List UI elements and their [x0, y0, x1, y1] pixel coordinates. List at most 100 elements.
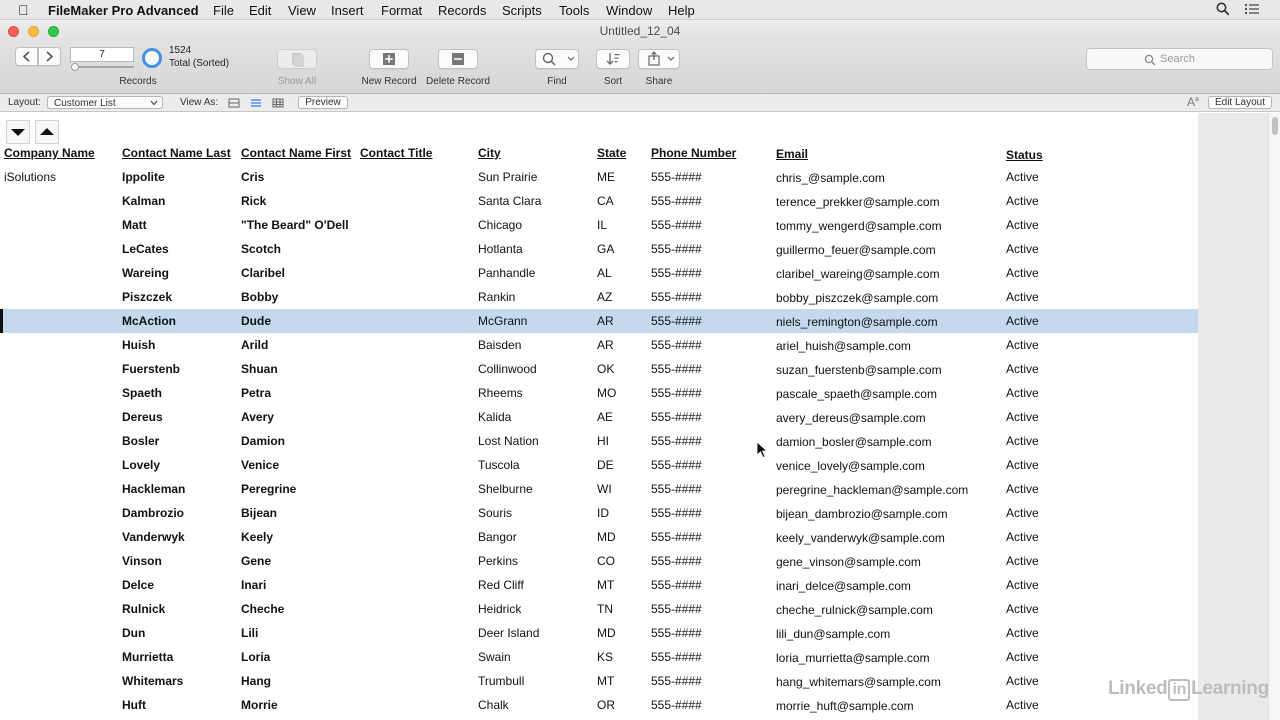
- cell-state[interactable]: KS: [597, 650, 613, 664]
- cell-email[interactable]: lili_dun@sample.com: [776, 627, 890, 641]
- cell-last[interactable]: Whitemars: [122, 674, 183, 688]
- cell-first[interactable]: Petra: [241, 386, 271, 400]
- cell-state[interactable]: IL: [597, 218, 607, 232]
- menu-edit[interactable]: Edit: [249, 3, 271, 18]
- cell-email[interactable]: loria_murrietta@sample.com: [776, 651, 930, 665]
- menu-view[interactable]: View: [288, 3, 316, 18]
- cell-first[interactable]: Bobby: [241, 290, 278, 304]
- cell-state[interactable]: AL: [597, 266, 612, 280]
- column-header-state[interactable]: State: [597, 146, 626, 160]
- cell-phone[interactable]: 555-####: [651, 170, 702, 184]
- cell-phone[interactable]: 555-####: [651, 698, 702, 712]
- cell-phone[interactable]: 555-####: [651, 674, 702, 688]
- cell-city[interactable]: Tuscola: [478, 458, 520, 472]
- table-row[interactable]: Dambrozio Bijean Souris ID 555-#### bijean_da…: [0, 501, 1198, 525]
- cell-email[interactable]: hang_whitemars@sample.com: [776, 675, 941, 689]
- cell-state[interactable]: OK: [597, 362, 614, 376]
- cell-state[interactable]: MD: [597, 530, 616, 544]
- table-row[interactable]: Piszczek Bobby Rankin AZ 555-#### bobby_piszc…: [0, 285, 1198, 309]
- layout-select[interactable]: Customer List: [47, 96, 163, 109]
- sort-descending-button[interactable]: [6, 120, 30, 144]
- cell-city[interactable]: Chicago: [478, 218, 522, 232]
- preview-button[interactable]: Preview: [298, 96, 348, 109]
- menu-tools[interactable]: Tools: [559, 3, 589, 18]
- cell-last[interactable]: Huish: [122, 338, 155, 352]
- cell-status[interactable]: Active: [1006, 386, 1039, 400]
- scrollbar-thumb[interactable]: [1272, 117, 1278, 135]
- cell-status[interactable]: Active: [1006, 602, 1039, 616]
- cell-city[interactable]: Perkins: [478, 554, 518, 568]
- cell-status[interactable]: Active: [1006, 338, 1039, 352]
- cell-first[interactable]: Venice: [241, 458, 279, 472]
- cell-first[interactable]: Loria: [241, 650, 270, 664]
- cell-city[interactable]: Swain: [478, 650, 511, 664]
- cell-city[interactable]: Baisden: [478, 338, 521, 352]
- cell-last[interactable]: Piszczek: [122, 290, 172, 304]
- cell-last[interactable]: Wareing: [122, 266, 169, 280]
- current-record-field[interactable]: 7: [70, 47, 134, 62]
- cell-first[interactable]: Scotch: [241, 242, 281, 256]
- cell-city[interactable]: Panhandle: [478, 266, 535, 280]
- cell-state[interactable]: CA: [597, 194, 614, 208]
- previous-record-button[interactable]: [15, 47, 38, 66]
- cell-status[interactable]: Active: [1006, 194, 1039, 208]
- cell-status[interactable]: Active: [1006, 266, 1039, 280]
- cell-email[interactable]: niels_remington@sample.com: [776, 315, 938, 329]
- cell-state[interactable]: MT: [597, 578, 614, 592]
- record-slider-thumb[interactable]: [71, 63, 79, 71]
- menu-file[interactable]: File: [213, 3, 234, 18]
- cell-status[interactable]: Active: [1006, 530, 1039, 544]
- table-row[interactable]: Vinson Gene Perkins CO 555-#### gene_vinson@s…: [0, 549, 1198, 573]
- table-row[interactable]: LeCates Scotch Hotlanta GA 555-#### guillermo…: [0, 237, 1198, 261]
- sort-ascending-button[interactable]: [35, 120, 59, 144]
- cell-state[interactable]: AR: [597, 338, 614, 352]
- cell-status[interactable]: Active: [1006, 650, 1039, 664]
- cell-last[interactable]: Bosler: [122, 434, 159, 448]
- table-row[interactable]: Rulnick Cheche Heidrick TN 555-#### cheche_ru…: [0, 597, 1198, 621]
- cell-status[interactable]: Active: [1006, 314, 1039, 328]
- apple-icon[interactable]: : [18, 2, 29, 18]
- cell-state[interactable]: HI: [597, 434, 609, 448]
- cell-email[interactable]: suzan_fuerstenb@sample.com: [776, 363, 942, 377]
- table-row[interactable]: Delce Inari Red Cliff MT 555-#### inari_delce…: [0, 573, 1198, 597]
- cell-city[interactable]: Sun Prairie: [478, 170, 537, 184]
- cell-last[interactable]: Vinson: [122, 554, 162, 568]
- cell-first[interactable]: Avery: [241, 410, 274, 424]
- cell-status[interactable]: Active: [1006, 482, 1039, 496]
- cell-email[interactable]: tommy_wengerd@sample.com: [776, 219, 942, 233]
- cell-first[interactable]: Peregrine: [241, 482, 296, 496]
- find-button[interactable]: [535, 49, 579, 69]
- cell-email[interactable]: keely_vanderwyk@sample.com: [776, 531, 945, 545]
- cell-last[interactable]: Dereus: [122, 410, 163, 424]
- cell-phone[interactable]: 555-####: [651, 218, 702, 232]
- cell-city[interactable]: Chalk: [478, 698, 509, 712]
- cell-state[interactable]: MO: [597, 386, 616, 400]
- cell-email[interactable]: morrie_huft@sample.com: [776, 699, 914, 713]
- table-row[interactable]: Bosler Damion Lost Nation HI 555-#### damion_…: [0, 429, 1198, 453]
- table-row[interactable]: Vanderwyk Keely Bangor MD 555-#### keely_vand…: [0, 525, 1198, 549]
- table-view-icon[interactable]: [272, 98, 284, 108]
- cell-phone[interactable]: 555-####: [651, 242, 702, 256]
- cell-city[interactable]: Rheems: [478, 386, 523, 400]
- cell-state[interactable]: MD: [597, 626, 616, 640]
- cell-email[interactable]: claribel_wareing@sample.com: [776, 267, 940, 281]
- cell-phone[interactable]: 555-####: [651, 290, 702, 304]
- search-field[interactable]: Search: [1086, 48, 1273, 70]
- cell-phone[interactable]: 555-####: [651, 386, 702, 400]
- cell-city[interactable]: Trumbull: [478, 674, 524, 688]
- cell-first[interactable]: Dude: [241, 314, 271, 328]
- cell-first[interactable]: "The Beard" O'Dell: [241, 218, 349, 232]
- cell-status[interactable]: Active: [1006, 674, 1039, 688]
- menu-records[interactable]: Records: [438, 3, 486, 18]
- table-row[interactable]: Murrietta Loria Swain KS 555-#### loria_murri…: [0, 645, 1198, 669]
- new-record-button[interactable]: [369, 49, 409, 69]
- cell-state[interactable]: OR: [597, 698, 615, 712]
- table-row[interactable]: Hackleman Peregrine Shelburne WI 555-#### per…: [0, 477, 1198, 501]
- cell-status[interactable]: Active: [1006, 578, 1039, 592]
- cell-status[interactable]: Active: [1006, 170, 1039, 184]
- cell-last[interactable]: LeCates: [122, 242, 169, 256]
- text-format-icon[interactable]: Aa: [1187, 95, 1199, 109]
- cell-status[interactable]: Active: [1006, 554, 1039, 568]
- cell-email[interactable]: pascale_spaeth@sample.com: [776, 387, 937, 401]
- cell-last[interactable]: McAction: [122, 314, 176, 328]
